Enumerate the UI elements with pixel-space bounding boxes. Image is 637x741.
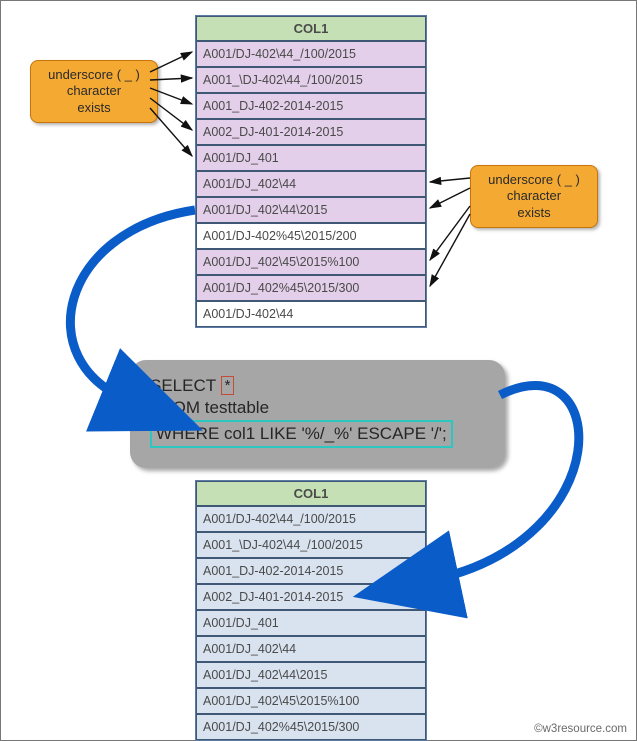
sql-select-line: SELECT * <box>150 376 485 396</box>
source-row-0: A001/DJ-402\44_/100/2015 <box>196 41 426 67</box>
callout-line: character <box>507 188 561 203</box>
result-table-header: COL1 <box>196 481 426 506</box>
source-row-8: A001/DJ_402\45\2015%100 <box>196 249 426 275</box>
source-row-7: A001/DJ-402%45\2015/200 <box>196 223 426 249</box>
source-row-4: A001/DJ_401 <box>196 145 426 171</box>
result-row-5: A001/DJ_402\44 <box>196 636 426 662</box>
result-row-6: A001/DJ_402\44\2015 <box>196 662 426 688</box>
callout-line: exists <box>517 205 550 220</box>
result-row-7: A001/DJ_402\45\2015%100 <box>196 688 426 714</box>
callout-underscore-left: underscore ( _ ) character exists <box>30 60 158 123</box>
source-row-2: A001_DJ-402-2014-2015 <box>196 93 426 119</box>
callout-line: underscore ( _ ) <box>488 172 580 187</box>
sql-where-highlight: WHERE col1 LIKE '%/_%' ESCAPE '/'; <box>150 420 453 448</box>
source-row-3: A002_DJ-401-2014-2015 <box>196 119 426 145</box>
source-row-1: A001_\DJ-402\44_/100/2015 <box>196 67 426 93</box>
result-row-0: A001/DJ-402\44_/100/2015 <box>196 506 426 532</box>
source-table: COL1 A001/DJ-402\44_/100/2015 A001_\DJ-4… <box>195 15 427 328</box>
result-row-2: A001_DJ-402-2014-2015 <box>196 558 426 584</box>
result-row-8: A001/DJ_402%45\2015/300 <box>196 714 426 740</box>
source-row-9: A001/DJ_402%45\2015/300 <box>196 275 426 301</box>
sql-query-box: SELECT * FROM testtable WHERE col1 LIKE … <box>130 360 505 468</box>
credit-text: ©w3resource.com <box>534 723 627 735</box>
callout-underscore-right: underscore ( _ ) character exists <box>470 165 598 228</box>
result-row-1: A001_\DJ-402\44_/100/2015 <box>196 532 426 558</box>
source-table-header: COL1 <box>196 16 426 41</box>
sql-star: * <box>221 376 235 395</box>
callout-line: exists <box>77 100 110 115</box>
result-table: COL1 A001/DJ-402\44_/100/2015 A001_\DJ-4… <box>195 480 427 741</box>
callout-line: character <box>67 83 121 98</box>
sql-select-kw: SELECT <box>150 376 216 395</box>
sql-where-line: WHERE col1 LIKE '%/_%' ESCAPE '/'; <box>150 420 485 448</box>
source-row-10: A001/DJ-402\44 <box>196 301 426 327</box>
result-row-3: A002_DJ-401-2014-2015 <box>196 584 426 610</box>
source-row-6: A001/DJ_402\44\2015 <box>196 197 426 223</box>
result-row-4: A001/DJ_401 <box>196 610 426 636</box>
sql-from-line: FROM testtable <box>150 398 485 418</box>
callout-line: underscore ( _ ) <box>48 67 140 82</box>
source-row-5: A001/DJ_402\44 <box>196 171 426 197</box>
